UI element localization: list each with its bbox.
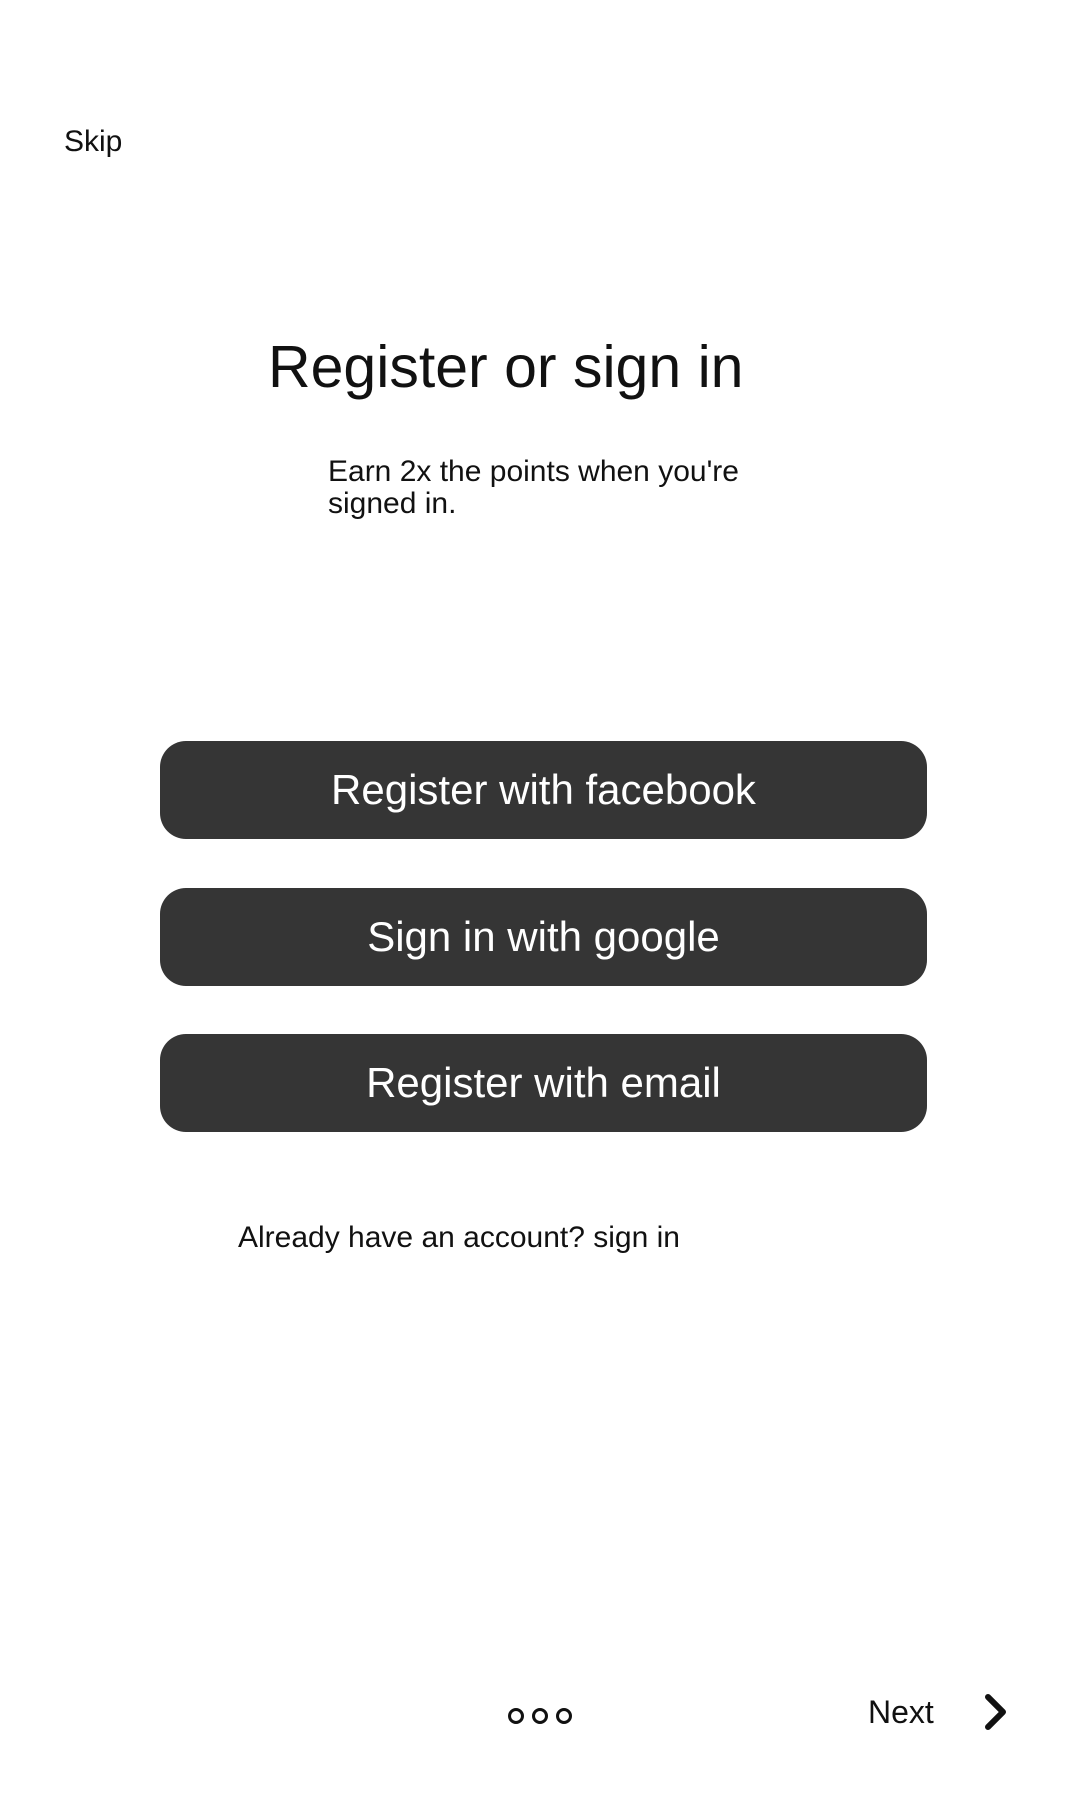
page-dot [508, 1708, 524, 1724]
already-have-account-prefix: Already have an account? [238, 1221, 594, 1254]
sign-in-link[interactable]: sign in [593, 1221, 680, 1254]
page-dot [532, 1708, 548, 1724]
register-facebook-label: Register with facebook [331, 766, 756, 813]
register-email-label: Register with email [366, 1059, 721, 1106]
skip-button[interactable]: Skip [64, 124, 122, 160]
page-subtitle: Earn 2x the points when you're signed in… [328, 455, 739, 520]
sign-in-google-label: Sign in with google [367, 913, 720, 960]
chevron-right-icon [984, 1694, 1006, 1730]
already-have-account-text: Already have an account? sign in [238, 1220, 680, 1256]
page-title: Register or sign in [268, 334, 744, 400]
next-label: Next [868, 1694, 934, 1730]
next-button[interactable]: Next [868, 1692, 1010, 1732]
register-facebook-button[interactable]: Register with facebook [160, 741, 927, 839]
sign-in-google-button[interactable]: Sign in with google [160, 888, 927, 986]
page-indicator [508, 1708, 572, 1724]
register-email-button[interactable]: Register with email [160, 1034, 927, 1132]
page-dot [556, 1708, 572, 1724]
